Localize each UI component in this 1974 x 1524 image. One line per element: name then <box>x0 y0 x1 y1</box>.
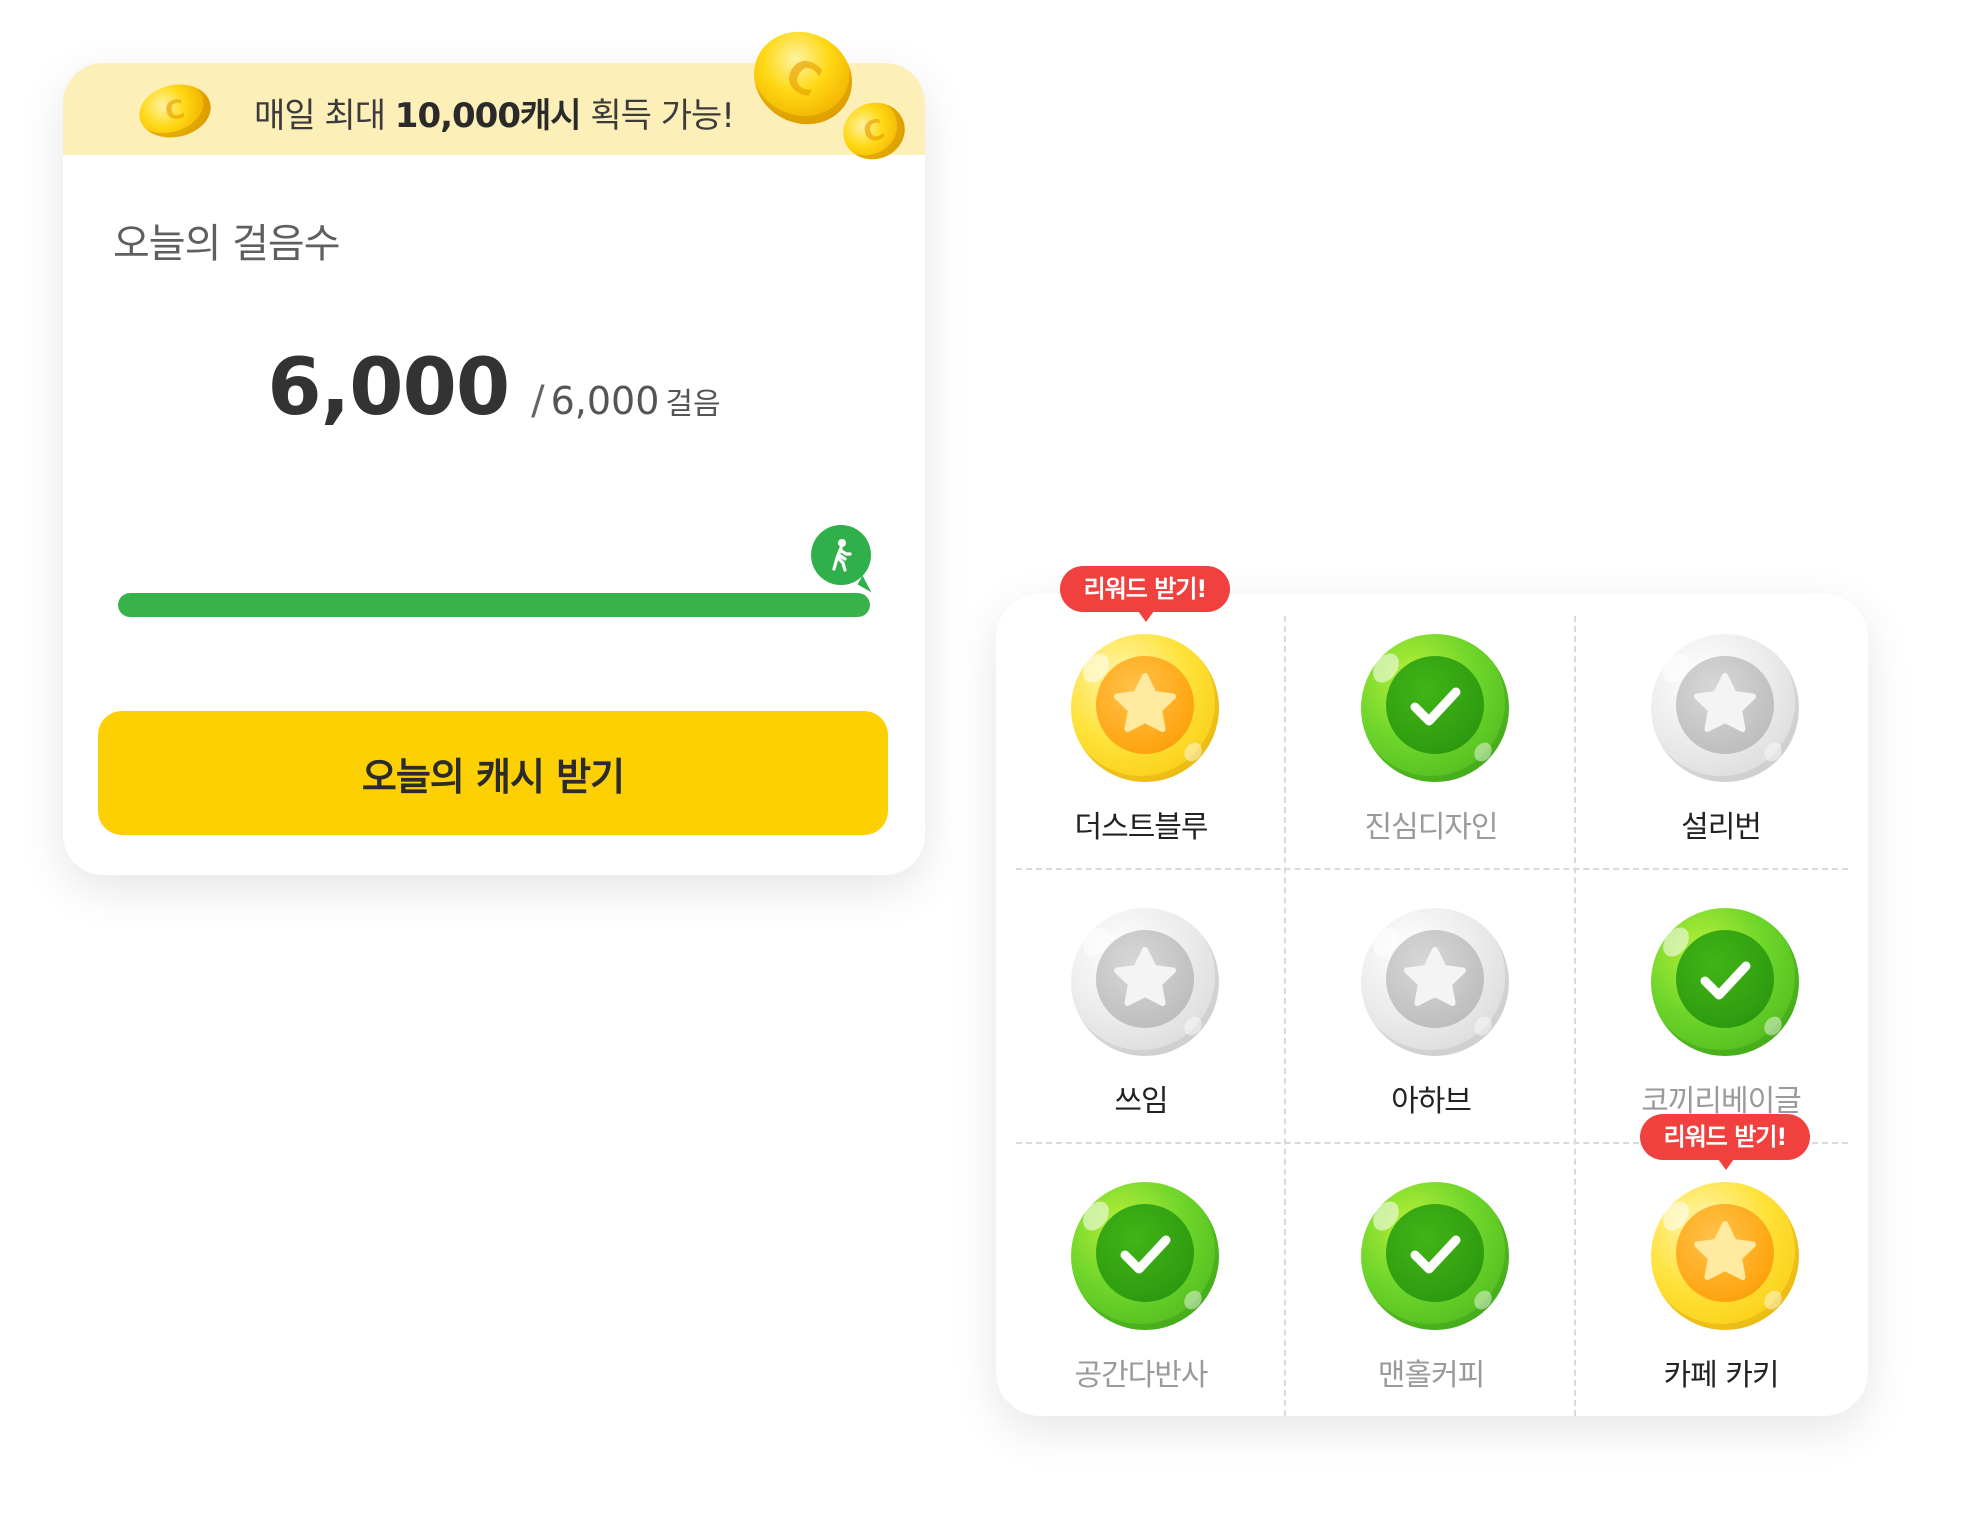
store-name: 맨홀커피 <box>1377 1358 1485 1393</box>
gray-star-badge-icon <box>1361 908 1509 1056</box>
store-stamp-cell[interactable]: 리워드 받기! 더스트블루 <box>996 566 1286 869</box>
store-name: 아하브 <box>1391 1084 1472 1119</box>
promo-prefix: 매일 최대 <box>254 96 395 136</box>
store-stamp-cell[interactable]: 쓰임 <box>996 868 1286 1143</box>
green-check-badge-icon <box>1651 908 1799 1056</box>
steps-count: 6,000/6,000 걸음 <box>63 343 925 433</box>
goal-steps: 6,000 <box>550 379 660 423</box>
claim-cash-button[interactable]: 오늘의 캐시 받기 <box>98 711 888 835</box>
store-name: 카페 카키 <box>1663 1358 1780 1393</box>
step-card: 매일 최대 10,000캐시 획득 가능! 오늘의 걸음수 6,000/6,00… <box>63 14 925 875</box>
gray-star-badge-icon <box>1651 634 1799 782</box>
store-stamp-cell[interactable]: 설리번 <box>1576 594 1866 869</box>
store-name: 더스트블루 <box>1074 810 1209 845</box>
store-name: 설리번 <box>1681 810 1762 845</box>
store-stamp-cell[interactable]: 아하브 <box>1286 868 1576 1143</box>
walking-person-icon <box>811 525 871 585</box>
store-name: 쓰임 <box>1114 1084 1168 1119</box>
current-steps: 6,000 <box>267 343 510 433</box>
store-stamp-cell[interactable]: 코끼리베이글 <box>1576 868 1866 1143</box>
green-check-badge-icon <box>1361 634 1509 782</box>
steps-title: 오늘의 걸음수 <box>113 221 341 267</box>
store-stamp-cell[interactable]: 공간다반사 <box>996 1142 1286 1417</box>
store-stamp-cell[interactable]: 리워드 받기! 카페 카키 <box>1576 1114 1866 1417</box>
green-check-badge-icon <box>1361 1182 1509 1330</box>
store-name: 공간다반사 <box>1074 1358 1209 1393</box>
gold-star-badge-icon <box>1651 1182 1799 1330</box>
reward-tooltip[interactable]: 리워드 받기! <box>1060 566 1230 622</box>
gold-star-badge-icon <box>1071 634 1219 782</box>
promo-highlight: 10,000캐시 <box>394 96 582 136</box>
reward-tooltip[interactable]: 리워드 받기! <box>1640 1114 1810 1170</box>
store-stamp-cell[interactable]: 맨홀커피 <box>1286 1142 1576 1417</box>
store-name: 진심디자인 <box>1364 810 1499 845</box>
steps-separator: / <box>531 378 545 424</box>
steps-unit: 걸음 <box>665 387 721 422</box>
store-stamp-grid: 리워드 받기! 더스트블루 진심디자인 설리번쓰임 아하브 코끼리베이글공간다반사 맨홀커피… <box>996 566 1868 1417</box>
step-progress-fill <box>118 593 870 617</box>
store-stamp-cell[interactable]: 진심디자인 <box>1286 594 1576 869</box>
promo-suffix: 획득 가능! <box>580 96 735 136</box>
step-progress-bar <box>118 593 870 617</box>
gray-star-badge-icon <box>1071 908 1219 1056</box>
green-check-badge-icon <box>1071 1182 1219 1330</box>
